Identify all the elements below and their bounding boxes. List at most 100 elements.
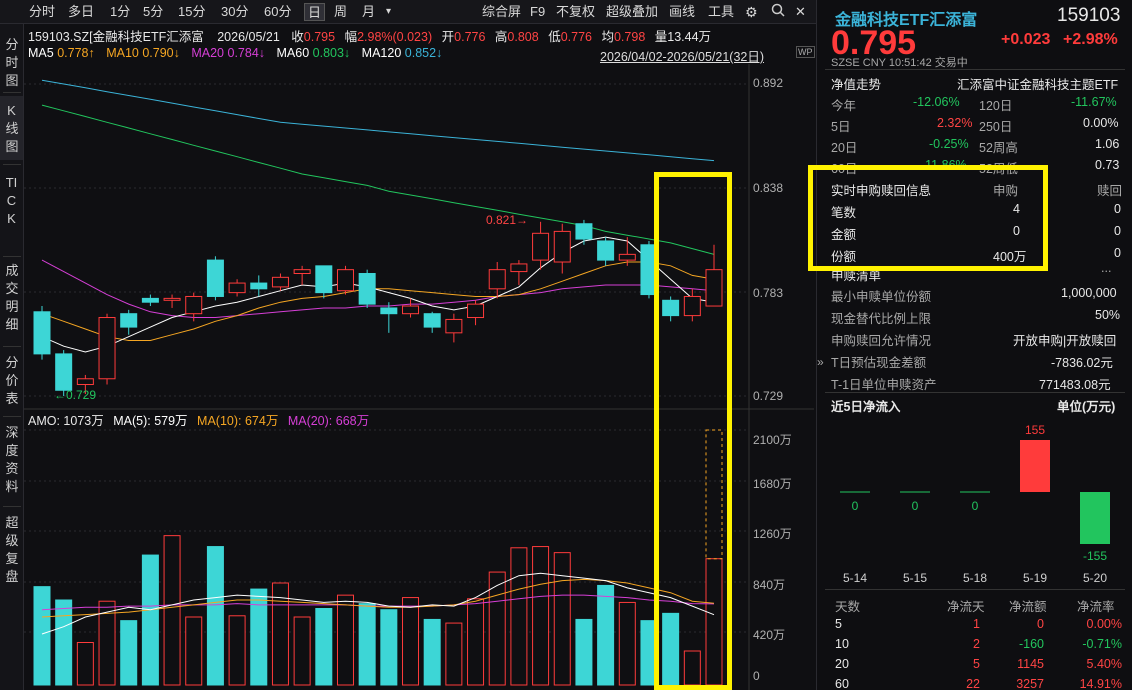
price-axis-label: 0.892 bbox=[753, 76, 784, 90]
flow-table-cell: 5 bbox=[973, 657, 980, 671]
volume-bar bbox=[33, 586, 51, 686]
chart-info-line: 159103.SZ[金融科技ETF汇添富 2026/05/21 收0.795 幅… bbox=[28, 30, 712, 44]
tab-daily[interactable]: 日 bbox=[304, 3, 326, 21]
inflow-chart: 0 5-14 0 5-15 0 5-18 155 5-19 -155 5-20 bbox=[840, 423, 1110, 585]
tab-5min[interactable]: 5分 bbox=[143, 3, 163, 21]
candle-body bbox=[206, 259, 224, 297]
inflow-title: 近5日净流入 bbox=[831, 400, 901, 414]
inflow-value-label: 0 bbox=[912, 499, 919, 513]
tab-intraday[interactable]: 分时 bbox=[29, 3, 55, 21]
sidebar-item-depth-data[interactable]: 深度资料 bbox=[0, 424, 23, 496]
f9-button[interactable]: F9 bbox=[530, 3, 545, 21]
amo-ma20-value: MA(20): 668万 bbox=[287, 414, 370, 428]
candle-body bbox=[640, 244, 658, 296]
candle-body bbox=[293, 269, 311, 274]
inflow-unit: 单位(万元) bbox=[1057, 400, 1116, 414]
candle-body bbox=[380, 307, 398, 315]
volume-bar bbox=[293, 616, 311, 686]
volume-bar bbox=[206, 546, 224, 686]
candle-body bbox=[445, 318, 463, 334]
sidebar-item-price-table[interactable]: 分价表 bbox=[0, 354, 23, 408]
volume-bar bbox=[250, 588, 268, 686]
settings-gear-icon[interactable]: ⚙ bbox=[745, 3, 758, 21]
volume-bar bbox=[163, 535, 181, 686]
sidebar-item-trade-detail[interactable]: 成交明细 bbox=[0, 262, 23, 334]
kline-chart[interactable] bbox=[24, 64, 814, 690]
more-icon[interactable]: ... bbox=[1101, 261, 1111, 275]
flow-table-cell: 0 bbox=[1037, 617, 1044, 631]
flow-table-cell: 1 bbox=[973, 617, 980, 631]
volume-bar bbox=[640, 620, 658, 686]
market-info: SZSE CNY 10:51:42 交易中 bbox=[831, 57, 968, 69]
sidebar-item-super-review[interactable]: 超级复盘 bbox=[0, 514, 23, 586]
volume-bar bbox=[532, 546, 550, 686]
candle-body bbox=[532, 232, 550, 261]
period-dropdown-icon[interactable]: ▾ bbox=[386, 3, 391, 21]
ma60-line bbox=[41, 104, 715, 255]
candle-body bbox=[683, 295, 701, 317]
candle-body bbox=[467, 303, 485, 319]
candle-body bbox=[358, 272, 376, 305]
nav-title: 净值走势 bbox=[831, 78, 882, 92]
candle-body bbox=[336, 269, 354, 292]
super-overlay-button[interactable]: 超级叠加 bbox=[606, 3, 658, 21]
security-code: 159103 bbox=[1057, 5, 1121, 26]
flow-table-cell: 10 bbox=[835, 637, 849, 651]
date-range-label[interactable]: 2026/04/02-2026/05/21(32日) bbox=[600, 46, 764, 65]
tab-multiday[interactable]: 多日 bbox=[68, 3, 94, 21]
inflow-date-label: 5-18 bbox=[963, 571, 987, 585]
amo-ma5-value: MA(5): 579万 bbox=[113, 414, 188, 428]
collapse-right-panel-icon[interactable]: » bbox=[817, 355, 824, 369]
candle-body bbox=[705, 269, 723, 307]
ma-legend: MA5 0.778↑ MA10 0.790↓ MA20 0.784↓ MA60 … bbox=[28, 46, 442, 60]
low-price-annotation: ←0.729 bbox=[54, 388, 97, 402]
volume-bar bbox=[618, 601, 636, 686]
volume-bar bbox=[423, 618, 441, 686]
ma10-label: MA10 bbox=[106, 46, 139, 60]
volume-bar bbox=[445, 622, 463, 686]
price-axis-label: 0.838 bbox=[753, 181, 784, 195]
list-title: 申赎清单 bbox=[831, 269, 882, 283]
tab-monthly[interactable]: 月 bbox=[362, 3, 375, 21]
candle-body bbox=[120, 313, 138, 328]
ma20-label: MA20 bbox=[191, 46, 225, 60]
volume-bar bbox=[120, 620, 138, 686]
volume-bar bbox=[315, 608, 333, 686]
tab-15min[interactable]: 15分 bbox=[178, 3, 205, 21]
sidebar-item-kline-chart[interactable]: K线图 bbox=[0, 96, 23, 160]
volume-axis-label: 1680万 bbox=[753, 477, 792, 491]
tab-60min[interactable]: 60分 bbox=[264, 3, 291, 21]
volume-axis-label: 840万 bbox=[753, 578, 786, 592]
tab-weekly[interactable]: 周 bbox=[334, 3, 347, 21]
percent-change: +2.98% bbox=[1063, 31, 1118, 48]
left-sidebar: 分时图 K线图 TICK 成交明细 分价表 深度资料 超级复盘 bbox=[0, 24, 24, 690]
search-icon[interactable] bbox=[771, 3, 785, 21]
amo-legend: AMO: 1073万 MA(5): 579万 MA(10): 674万 MA(2… bbox=[28, 410, 369, 429]
candle-body bbox=[553, 230, 571, 263]
sidebar-item-intraday-chart[interactable]: 分时图 bbox=[0, 36, 23, 90]
volume-bar bbox=[597, 584, 615, 686]
inflow-value-label: -155 bbox=[1083, 549, 1107, 563]
candle-body bbox=[141, 297, 159, 303]
draw-line-button[interactable]: 画线 bbox=[669, 3, 695, 21]
sidebar-item-tick[interactable]: TICK bbox=[0, 174, 23, 228]
composite-screen-button[interactable]: 综合屏 bbox=[482, 3, 521, 21]
volume-value: 13.44万 bbox=[667, 30, 712, 44]
close-icon[interactable]: ✕ bbox=[795, 3, 806, 21]
inflow-date-label: 5-20 bbox=[1083, 571, 1107, 585]
wp-icon[interactable]: WP bbox=[796, 46, 815, 58]
candle-body bbox=[55, 353, 73, 391]
no-adjust-button[interactable]: 不复权 bbox=[556, 3, 595, 21]
tools-button[interactable]: 工具 bbox=[708, 3, 734, 21]
flow-table-cell: 0.00% bbox=[1086, 617, 1122, 631]
volume-bar bbox=[575, 618, 593, 686]
security-code-label: 159103.SZ[金融科技ETF汇添富 bbox=[28, 30, 204, 44]
tab-1min[interactable]: 1分 bbox=[110, 3, 130, 21]
inflow-value-label: 155 bbox=[1025, 423, 1045, 437]
volume-axis-label: 1260万 bbox=[753, 527, 792, 541]
ma120-line bbox=[41, 79, 715, 162]
ma120-label: MA120 bbox=[361, 46, 402, 60]
amo-value: AMO: 1073万 bbox=[28, 414, 104, 428]
tab-30min[interactable]: 30分 bbox=[221, 3, 248, 21]
candle-body bbox=[597, 240, 615, 261]
